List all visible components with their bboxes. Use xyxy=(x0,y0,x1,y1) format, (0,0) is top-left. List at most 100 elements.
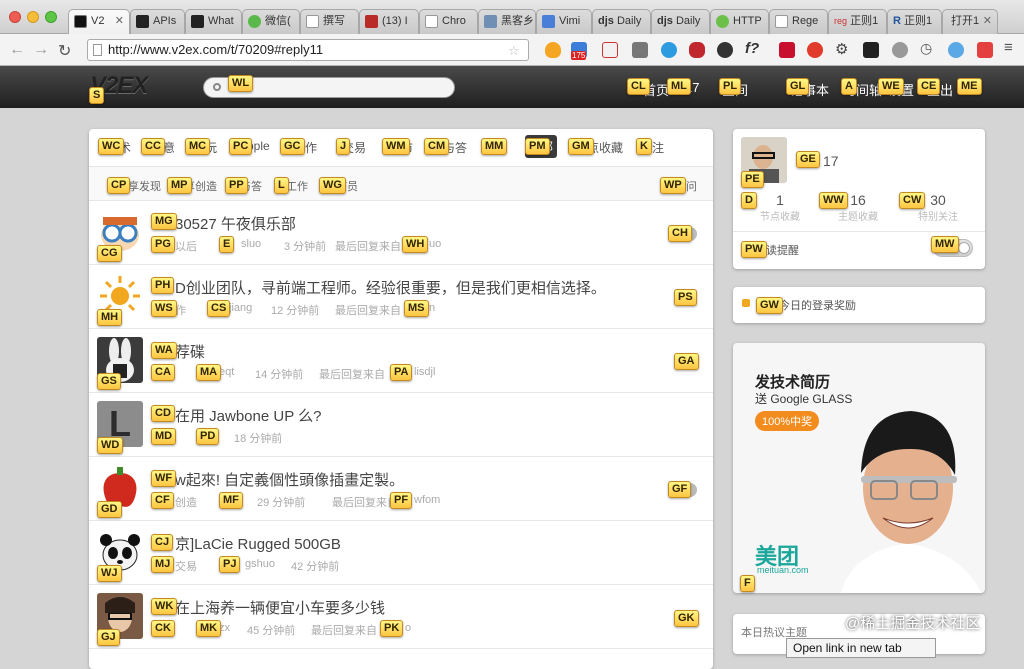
hint-label: GA xyxy=(674,353,699,370)
site-header: V2EX 首页 17 空间 记事本 时间轴 设置 登出 xyxy=(0,66,1024,108)
browser-tab-djs-2[interactable]: djs Daily xyxy=(651,9,710,34)
topic-last-user[interactable]: wfom xyxy=(414,494,440,506)
hint-label: WE xyxy=(878,78,904,95)
topic-title[interactable]: 在上海养一辆便宜小车要多少钱 xyxy=(175,597,385,618)
zoom-window-button[interactable] xyxy=(45,11,57,23)
topic-author[interactable]: gshuo xyxy=(245,558,275,570)
extension-icon[interactable] xyxy=(661,42,677,58)
extension-icon[interactable] xyxy=(545,42,561,58)
topic-title[interactable]: 荐碟 xyxy=(175,341,205,362)
close-window-button[interactable] xyxy=(9,11,21,23)
extension-icon[interactable] xyxy=(717,42,733,58)
browser-tab-chrome[interactable]: Chro xyxy=(419,9,478,34)
topic-title[interactable]: w起來! 自定義個性頭像插畫定製。 xyxy=(175,469,404,490)
hint-label: PK xyxy=(380,620,404,637)
browser-tab-compose[interactable]: 撰写 xyxy=(300,9,359,34)
topic-title[interactable]: 30527 午夜俱乐部 xyxy=(175,213,296,234)
topic-time: 45 分钟前 xyxy=(247,625,296,637)
profile-username[interactable]: 17 xyxy=(823,153,839,169)
topic-last-user[interactable]: o xyxy=(405,622,411,634)
hint-label: PA xyxy=(390,364,413,381)
topic-title[interactable]: 京]LaCie Rugged 500GB xyxy=(175,533,341,554)
mail-extension-icon[interactable]: 175 xyxy=(571,42,587,60)
topic-row[interactable]: D创业团队，寻前端工程师。经验很重要，但是我们更相信选择。 作 jiang 12… xyxy=(89,265,713,329)
hint-label: GF xyxy=(668,481,692,498)
browser-tab-wechat[interactable]: 微信( xyxy=(242,9,300,34)
hint-label: MM xyxy=(481,138,508,155)
hint-label: GW xyxy=(756,297,783,314)
extension-icon[interactable] xyxy=(807,42,823,58)
hint-label: MA xyxy=(196,364,222,381)
extension-icon[interactable] xyxy=(863,42,879,58)
topic-last-user[interactable]: uo xyxy=(429,238,441,250)
hint-label: GE xyxy=(796,151,820,168)
bookmark-star-icon[interactable]: ☆ xyxy=(508,43,520,59)
topic-node[interactable]: 以后 xyxy=(175,238,197,254)
browser-tab-regex[interactable]: Rege xyxy=(769,9,828,34)
gear-icon[interactable]: ⚙ xyxy=(835,40,851,58)
sidebar-ad[interactable]: 发技术简历 送 Google GLASS 100%中奖 美团 meituan.c… xyxy=(733,343,985,593)
close-tab-icon[interactable]: ✕ xyxy=(983,10,992,33)
browser-tab-regex-3[interactable]: R 正则1 xyxy=(887,9,942,34)
extension-icon[interactable] xyxy=(977,42,993,58)
topic-author[interactable]: eqt xyxy=(219,366,234,378)
topic-node[interactable]: 交易 xyxy=(175,558,197,574)
hint-label: S xyxy=(89,87,105,104)
hint-label: CE xyxy=(917,78,941,95)
topic-last-user[interactable]: n xyxy=(429,302,435,314)
topic-author[interactable]: jiang xyxy=(229,302,252,314)
topic-row[interactable]: 京]LaCie Rugged 500GB 交易 gshuo 42 分钟前 xyxy=(89,521,713,585)
clock-icon[interactable]: ◷ xyxy=(920,40,936,56)
topic-author[interactable]: sluo xyxy=(241,238,261,250)
browser-tab-what[interactable]: What xyxy=(185,9,242,34)
topic-row[interactable]: 在上海养一辆便宜小车要多少钱 zx 45 分钟前 最后回复来自 o xyxy=(89,585,713,649)
topic-row[interactable]: L 在用 Jawbone UP 么? 18 分钟前 xyxy=(89,393,713,457)
topic-title[interactable]: 在用 Jawbone UP 么? xyxy=(175,405,321,426)
extension-icon[interactable] xyxy=(948,42,964,58)
back-arrow-icon[interactable]: ← xyxy=(9,41,25,59)
hint-label: WP xyxy=(660,177,686,194)
hint-label: PH xyxy=(151,277,175,294)
hint-label: CF xyxy=(151,492,174,509)
hint-label: WL xyxy=(228,75,254,92)
tab-label: HTTP xyxy=(733,15,762,27)
function-extension-icon[interactable]: f? xyxy=(745,40,761,57)
topic-last-user[interactable]: lisdjl xyxy=(414,366,435,378)
context-menu-item-open-new-tab[interactable]: Open link in new tab xyxy=(786,638,936,658)
extension-icon[interactable] xyxy=(632,42,648,58)
topic-node[interactable]: 创造 xyxy=(175,494,197,510)
hint-label: GK xyxy=(674,610,699,627)
menu-icon[interactable]: ≡ xyxy=(1004,39,1020,56)
browser-tab-open[interactable]: 打开1 ✕ xyxy=(942,9,998,34)
url-field[interactable]: http://www.v2ex.com/t/70209#reply11 xyxy=(87,39,529,61)
close-tab-icon[interactable]: ✕ xyxy=(115,10,124,33)
reload-icon[interactable]: ↻ xyxy=(58,41,71,61)
browser-tab-v2ex[interactable]: V2 ✕ xyxy=(68,9,130,34)
topic-title[interactable]: D创业团队，寻前端工程师。经验很重要，但是我们更相信选择。 xyxy=(175,277,606,298)
browser-tab-regex-2[interactable]: reg 正则1 xyxy=(828,9,887,34)
page-icon xyxy=(93,44,102,56)
hint-label: WJ xyxy=(97,565,122,582)
hint-label: L xyxy=(274,177,289,194)
browser-tab-quora[interactable]: (13) I xyxy=(359,9,419,34)
browser-tab-apis[interactable]: APIs xyxy=(130,9,185,34)
extension-icon[interactable] xyxy=(689,42,705,58)
hint-label: MP xyxy=(167,177,192,194)
browser-tab-vim[interactable]: Vimi xyxy=(536,9,592,34)
browser-tab-hacker[interactable]: 黑客乡 xyxy=(478,9,536,34)
extension-icon[interactable] xyxy=(892,42,908,58)
browser-tab-http[interactable]: HTTP xyxy=(710,9,769,34)
hint-label: K xyxy=(636,138,652,155)
topic-row[interactable]: 30527 午夜俱乐部 以后 sluo 3 分钟前 最后回复来自 uo xyxy=(89,201,713,265)
minimize-window-button[interactable] xyxy=(27,11,39,23)
topic-row[interactable]: 荐碟 eqt 14 分钟前 最后回复来自 lisdjl xyxy=(89,329,713,393)
tab-label: (13) I xyxy=(382,15,408,27)
extension-icon[interactable] xyxy=(779,42,795,58)
extension-icon[interactable] xyxy=(602,42,618,58)
hint-label: F xyxy=(740,575,755,592)
browser-tab-djs-1[interactable]: djs Daily xyxy=(592,9,651,34)
forward-arrow-icon[interactable]: → xyxy=(33,41,49,59)
topic-row[interactable]: w起來! 自定義個性頭像插畫定製。 创造 29 分钟前 最后回复来自 wfom xyxy=(89,457,713,521)
url-text: http://www.v2ex.com/t/70209#reply11 xyxy=(108,42,324,57)
google-icon xyxy=(542,15,555,28)
